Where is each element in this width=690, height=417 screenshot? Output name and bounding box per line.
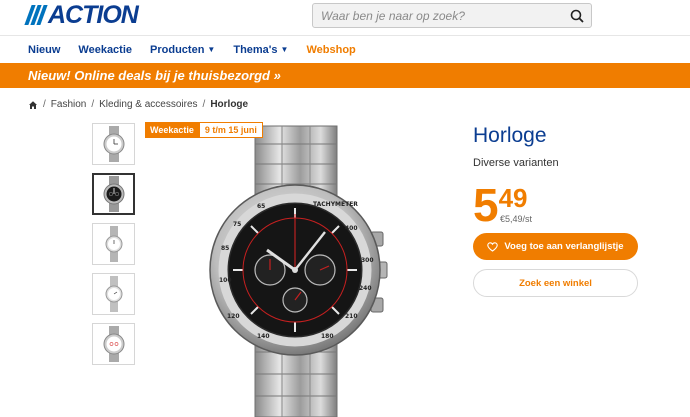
breadcrumb-fashion[interactable]: Fashion bbox=[51, 99, 87, 110]
svg-text:TACHYMETER: TACHYMETER bbox=[313, 201, 358, 208]
breadcrumb: / Fashion / Kleding & accessoires / Horl… bbox=[28, 99, 248, 110]
watch-white-icon bbox=[105, 226, 122, 262]
search-button[interactable] bbox=[563, 4, 591, 27]
price-euro: 5 bbox=[473, 179, 499, 231]
main-nav: Nieuw Weekactie Producten ▼ Thema's ▼ Webs… bbox=[0, 35, 690, 63]
nav-label: Webshop bbox=[306, 43, 356, 56]
store-label: Zoek een winkel bbox=[519, 277, 592, 289]
heart-icon bbox=[487, 241, 499, 252]
search-icon bbox=[570, 9, 584, 23]
thumbnail-5[interactable] bbox=[92, 323, 135, 365]
add-to-wishlist-button[interactable]: Voeg toe aan verlanglijstje bbox=[473, 233, 638, 260]
weekactie-badge: Weekactie 9 t/m 15 juni bbox=[145, 122, 263, 138]
thumbnail-list bbox=[92, 123, 136, 373]
action-logo[interactable]: ACTION bbox=[24, 1, 139, 29]
thumbnail-1[interactable] bbox=[92, 123, 135, 165]
svg-text:180: 180 bbox=[321, 333, 334, 340]
badge-label: Weekactie bbox=[145, 122, 199, 138]
svg-text:400: 400 bbox=[345, 225, 358, 232]
logo-slashes-icon bbox=[24, 5, 48, 25]
unit-price: €5,49/st bbox=[500, 214, 533, 224]
nav-label: Nieuw bbox=[28, 43, 61, 56]
nav-item-nieuw[interactable]: Nieuw bbox=[28, 44, 60, 56]
chevron-down-icon: ▼ bbox=[280, 45, 289, 54]
home-icon[interactable] bbox=[28, 100, 38, 110]
svg-text:75: 75 bbox=[233, 221, 241, 228]
product-title: Horloge bbox=[473, 124, 547, 147]
svg-text:210: 210 bbox=[345, 313, 358, 320]
nav-label: Weekactie bbox=[78, 43, 133, 56]
find-store-button[interactable]: Zoek een winkel bbox=[473, 269, 638, 297]
svg-text:65: 65 bbox=[257, 203, 265, 210]
thumbnail-4[interactable] bbox=[92, 273, 135, 315]
product-image[interactable]: TACHYMETER 400 300 240 210 180 140 120 1… bbox=[145, 122, 450, 417]
watch-white-icon bbox=[103, 126, 124, 162]
nav-item-producten[interactable]: Producten ▼ bbox=[150, 44, 215, 56]
svg-text:85: 85 bbox=[221, 245, 229, 252]
breadcrumb-separator: / bbox=[91, 99, 95, 110]
breadcrumb-current: Horloge bbox=[210, 99, 249, 110]
svg-text:100: 100 bbox=[219, 277, 232, 284]
nav-label: Thema's bbox=[233, 43, 278, 56]
header: ACTION bbox=[0, 0, 690, 33]
nav-item-themas[interactable]: Thema's ▼ bbox=[233, 44, 288, 56]
svg-text:140: 140 bbox=[257, 333, 270, 340]
watch-white-icon bbox=[103, 326, 124, 362]
breadcrumb-separator: / bbox=[43, 99, 46, 110]
price-cents: 49 bbox=[498, 183, 528, 213]
logo-text: ACTION bbox=[48, 1, 139, 29]
thumbnail-3[interactable] bbox=[92, 223, 135, 265]
nav-label: Producten bbox=[150, 43, 205, 56]
watch-white-icon bbox=[105, 276, 122, 312]
nav-item-webshop[interactable]: Webshop bbox=[306, 44, 355, 56]
breadcrumb-kleding[interactable]: Kleding & accessoires bbox=[99, 99, 197, 110]
watch-main-image: TACHYMETER 400 300 240 210 180 140 120 1… bbox=[209, 125, 388, 417]
svg-text:120: 120 bbox=[227, 313, 240, 320]
wishlist-label: Voeg toe aan verlanglijstje bbox=[504, 241, 624, 252]
search-bar bbox=[312, 3, 592, 28]
svg-text:300: 300 bbox=[361, 257, 374, 264]
product-subtitle: Diverse varianten bbox=[473, 157, 559, 169]
search-input[interactable] bbox=[313, 4, 563, 27]
thumbnail-2[interactable] bbox=[92, 173, 135, 215]
promo-banner[interactable]: Nieuw! Online deals bij je thuisbezorgd … bbox=[0, 63, 690, 88]
breadcrumb-separator: / bbox=[202, 99, 206, 110]
svg-text:240: 240 bbox=[359, 285, 372, 292]
nav-item-weekactie[interactable]: Weekactie bbox=[78, 44, 132, 56]
watch-black-icon bbox=[103, 176, 124, 212]
chevron-down-icon: ▼ bbox=[207, 45, 216, 54]
badge-period: 9 t/m 15 juni bbox=[198, 122, 263, 138]
